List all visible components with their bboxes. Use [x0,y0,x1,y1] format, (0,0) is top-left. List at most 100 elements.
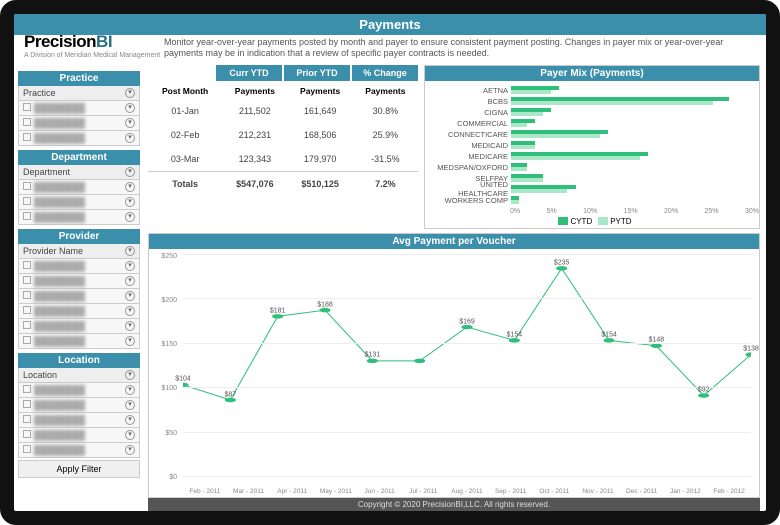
filter-item[interactable]: ████████▾ [18,131,140,146]
checkbox-icon[interactable] [23,385,31,393]
filter-item[interactable]: ████████▾ [18,398,140,413]
filter-section-practice: Practice [18,71,140,86]
checkbox-icon[interactable] [23,118,31,126]
avg-payment-chart: Avg Payment per Voucher $0$50$100$150$20… [148,233,760,498]
checkbox-icon[interactable] [23,212,31,220]
filter-item[interactable]: ████████▾ [18,195,140,210]
chevron-down-icon: ▾ [125,415,135,425]
chevron-down-icon: ▾ [125,400,135,410]
filter-section-department: Department [18,150,140,165]
payer-row: CONNECTICARE [429,129,753,140]
payer-row: MEDICARE [429,151,753,162]
filter-item[interactable]: ████████▾ [18,334,140,349]
filter-expand-location[interactable]: Location▾ [18,368,140,383]
checkbox-icon[interactable] [23,336,31,344]
apply-filter-button[interactable]: Apply Filter [18,460,140,478]
chevron-down-icon: ▾ [125,103,135,113]
filter-item[interactable]: ████████▾ [18,259,140,274]
checkbox-icon[interactable] [23,400,31,408]
data-label: $138 [743,346,759,353]
filter-sidebar: PracticePractice▾████████▾████████▾█████… [14,63,144,511]
chevron-down-icon: ▾ [125,246,135,256]
data-label: $169 [459,318,475,325]
checkbox-icon[interactable] [23,291,31,299]
checkbox-icon[interactable] [23,445,31,453]
checkbox-icon[interactable] [23,103,31,111]
data-label: $148 [649,337,665,344]
payer-row: CIGNA [429,107,753,118]
column-header: Payments [288,83,353,99]
data-label: $131 [365,352,381,359]
filter-section-provider: Provider [18,229,140,244]
chevron-down-icon: ▾ [125,182,135,192]
checkbox-icon[interactable] [23,276,31,284]
table-row: 02-Feb212,231168,50625.9% [148,123,418,147]
payer-row: AETNA [429,85,753,96]
checkbox-icon[interactable] [23,415,31,423]
table-row: 03-Mar123,343179,970-31.5% [148,147,418,172]
data-label: $92 [698,387,710,394]
table-row: 01-Jan211,502161,64930.8% [148,99,418,123]
chevron-down-icon: ▾ [125,88,135,98]
checkbox-icon[interactable] [23,133,31,141]
chevron-down-icon: ▾ [125,291,135,301]
chevron-down-icon: ▾ [125,118,135,128]
filter-item[interactable]: ████████▾ [18,180,140,195]
payer-row: MEDSPAN/OXFORD [429,162,753,173]
column-header: Payments [222,83,287,99]
column-header: Post Month [148,83,222,99]
filter-expand-practice[interactable]: Practice▾ [18,86,140,101]
col-group: Curr YTD [216,65,282,81]
filter-item[interactable]: ████████▾ [18,443,140,458]
footer: Copyright © 2020 PrecisionBI,LLC. All ri… [148,498,760,511]
chevron-down-icon: ▾ [125,167,135,177]
col-group: Prior YTD [284,65,350,81]
filter-expand-department[interactable]: Department▾ [18,165,140,180]
checkbox-icon[interactable] [23,182,31,190]
chevron-down-icon: ▾ [125,385,135,395]
payer-row: WORKERS COMP [429,195,753,206]
chevron-down-icon: ▾ [125,261,135,271]
payer-row: MEDICAID [429,140,753,151]
filter-section-location: Location [18,353,140,368]
filter-item[interactable]: ████████▾ [18,289,140,304]
data-label: $181 [270,308,286,315]
payer-row: UNITED HEALTHCARE [429,184,753,195]
checkbox-icon[interactable] [23,197,31,205]
chevron-down-icon: ▾ [125,197,135,207]
filter-item[interactable]: ████████▾ [18,210,140,225]
chevron-down-icon: ▾ [125,336,135,346]
chevron-down-icon: ▾ [125,306,135,316]
checkbox-icon[interactable] [23,306,31,314]
data-label: $235 [554,260,570,267]
column-header: Payments [353,83,418,99]
data-label: $188 [317,301,333,308]
totals-row: Totals$547,076$510,1257.2% [148,171,418,196]
data-label: $104 [175,376,191,383]
chevron-down-icon: ▾ [125,276,135,286]
filter-item[interactable]: ████████▾ [18,101,140,116]
filter-item[interactable]: ████████▾ [18,304,140,319]
data-label: $87 [224,391,236,398]
chevron-down-icon: ▾ [125,445,135,455]
checkbox-icon[interactable] [23,430,31,438]
data-label: $154 [601,332,617,339]
chevron-down-icon: ▾ [125,430,135,440]
chevron-down-icon: ▾ [125,133,135,143]
payer-mix-chart: Payer Mix (Payments) AETNABCBSCIGNACOMME… [424,65,760,229]
col-group: % Change [352,65,418,81]
col-group [148,65,214,81]
filter-item[interactable]: ████████▾ [18,319,140,334]
chevron-down-icon: ▾ [125,212,135,222]
chevron-down-icon: ▾ [125,370,135,380]
filter-expand-provider[interactable]: Provider Name▾ [18,244,140,259]
checkbox-icon[interactable] [23,261,31,269]
filter-item[interactable]: ████████▾ [18,274,140,289]
checkbox-icon[interactable] [23,321,31,329]
filter-item[interactable]: ████████▾ [18,428,140,443]
logo: PrecisionBI A Division of Meridian Medic… [24,32,160,59]
filter-item[interactable]: ████████▾ [18,116,140,131]
filter-item[interactable]: ████████▾ [18,413,140,428]
filter-item[interactable]: ████████▾ [18,383,140,398]
chevron-down-icon: ▾ [125,321,135,331]
